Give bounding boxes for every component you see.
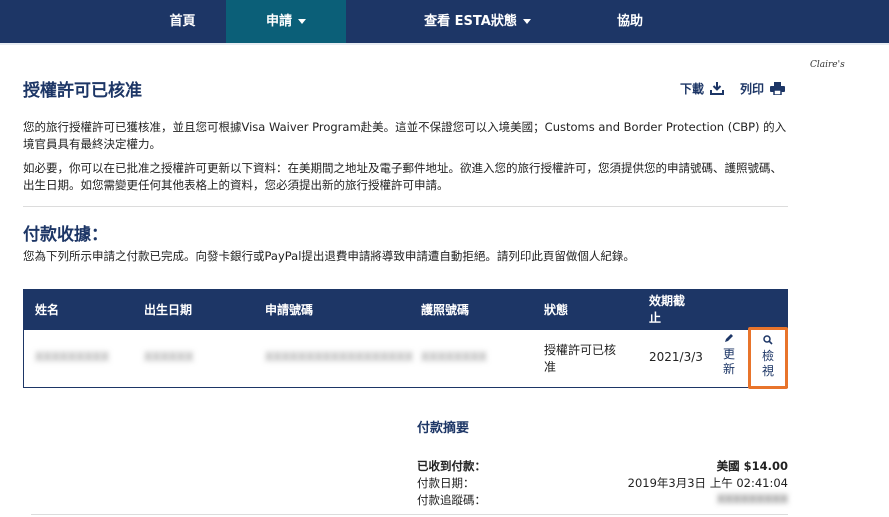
application-table: 姓名 出生日期 申請號碼 護照號碼 狀態 效期截止 XXXXXXXXX XXXX…: [23, 289, 788, 389]
view-button[interactable]: 檢視: [748, 327, 788, 389]
header-expiry: 效期截止: [649, 294, 686, 325]
cell-status: 授權許可已核准: [544, 343, 617, 374]
print-button[interactable]: 列印: [740, 80, 786, 97]
header-dob: 出生日期: [144, 303, 193, 317]
watermark-logo: Claire's: [810, 60, 845, 70]
cell-dob: XXXXXX: [144, 350, 194, 364]
table-header: 姓名 出生日期 申請號碼 護照號碼 狀態 效期截止: [24, 290, 787, 330]
cell-expiry: 2021/3/3: [649, 350, 703, 364]
payment-received-value: 美國 $14.00: [716, 459, 788, 473]
download-icon: [710, 82, 725, 95]
payment-tracking-label: 付款追蹤碼：: [417, 493, 486, 507]
payment-receipt-title: 付款收據：: [23, 225, 108, 245]
header-name: 姓名: [35, 303, 60, 317]
header-application-number: 申請號碼: [265, 303, 314, 317]
caret-down-icon: [298, 19, 306, 24]
update-button[interactable]: 更新: [718, 332, 740, 377]
section-divider: [23, 206, 788, 207]
download-label: 下載: [680, 82, 705, 96]
payment-date-value: 2019年3月3日 上午 02:41:04: [627, 476, 788, 490]
nav-home[interactable]: 首頁: [140, 0, 225, 43]
cell-application-number: XXXXXXXXXXXXXXXXXX: [265, 350, 413, 364]
nav-help[interactable]: 協助: [590, 0, 670, 43]
view-label: 檢視: [762, 349, 775, 378]
nav-apply-label: 申請: [265, 14, 292, 29]
header-status: 狀態: [544, 303, 569, 317]
search-icon: [763, 335, 773, 345]
page-title: 授權許可已核准: [23, 81, 142, 101]
caret-down-icon: [522, 19, 531, 24]
payment-received-label: 已收到付款：: [417, 459, 486, 473]
header-passport-number: 護照號碼: [421, 303, 470, 317]
update-info-paragraph: 如必要，你可以在已批准之授權許可更新以下資料：在美期間之地址及電子郵件地址。欲進…: [23, 161, 782, 192]
approval-paragraph: 您的旅行授權許可已獲核准，並且您可根據Visa Waiver Program赴美…: [23, 120, 787, 151]
payment-summary-title: 付款摘要: [417, 421, 470, 436]
pencil-icon: [725, 334, 733, 342]
nav-check-status[interactable]: 查看 ESTA狀態: [390, 0, 565, 43]
update-label: 更新: [723, 347, 736, 376]
nav-help-label: 協助: [616, 14, 643, 29]
top-navigation: 首頁 申請 查看 ESTA狀態 協助: [0, 0, 889, 43]
nav-home-label: 首頁: [169, 14, 196, 29]
payment-date-label: 付款日期：: [417, 476, 475, 490]
cell-name: XXXXXXXXX: [35, 350, 109, 364]
nav-status-label: 查看 ESTA狀態: [424, 14, 517, 29]
cell-passport-number: XXXXXXXX: [421, 350, 487, 364]
payment-tracking-value: XXXXXXXXX: [717, 492, 788, 506]
nav-apply[interactable]: 申請: [226, 0, 346, 43]
printer-icon: [770, 82, 786, 95]
payment-description: 您為下列所示申請之付款已完成。向發卡銀行或PayPal提出退費申請將導致申請遭自…: [23, 249, 635, 263]
download-button[interactable]: 下載: [680, 80, 725, 97]
print-label: 列印: [740, 82, 765, 96]
header-divider: [0, 43, 889, 45]
bottom-divider: [31, 514, 788, 515]
